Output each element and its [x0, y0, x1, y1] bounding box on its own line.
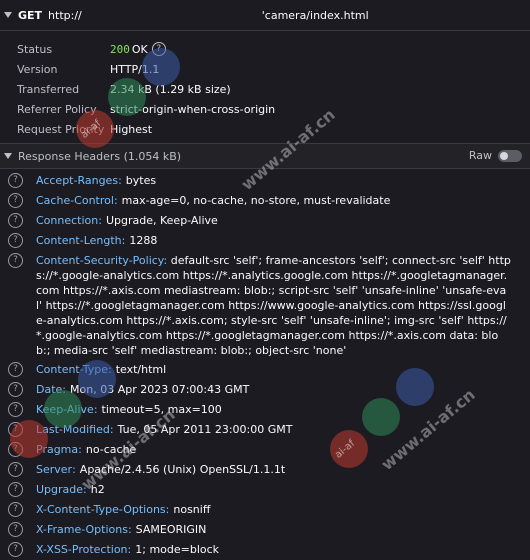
status-code: 200	[110, 42, 130, 56]
help-icon[interactable]: ?	[8, 213, 23, 228]
header-value: no-cache	[85, 443, 137, 456]
help-icon[interactable]: ?	[8, 402, 23, 417]
header-name: Date	[36, 383, 63, 396]
header-row: ? X-XSS-Protection: 1; mode=block	[0, 540, 530, 560]
header-value: bytes	[125, 174, 157, 187]
header-row: ? Content-Length: 1288	[0, 231, 530, 251]
header-row: ? Content-Type: text/html	[0, 360, 530, 380]
header-name: Connection	[36, 214, 99, 227]
header-value: timeout=5, max=100	[101, 403, 222, 416]
summary-panel: Status 200 OK ? Version HTTP/1.1 Transfe…	[0, 31, 530, 139]
header-row: ? Content-Security-Policy: default-src '…	[0, 251, 530, 360]
help-icon[interactable]: ?	[8, 422, 23, 437]
status-help-icon[interactable]: ?	[151, 42, 166, 56]
header-row: ? Upgrade: h2	[0, 480, 530, 500]
version-label: Version	[17, 62, 58, 76]
help-icon[interactable]: ?	[8, 233, 23, 248]
request-url-path: 'camera/index.html	[261, 8, 369, 22]
header-row: ? Connection: Upgrade, Keep-Alive	[0, 211, 530, 231]
referrer-value: strict-origin-when-cross-origin	[110, 102, 276, 116]
header-name: Keep-Alive	[36, 403, 94, 416]
header-name: Upgrade	[36, 483, 84, 496]
help-icon[interactable]: ?	[8, 253, 23, 268]
status-row: Status 200 OK ?	[0, 39, 530, 59]
header-row: ? X-Content-Type-Options: nosniff	[0, 500, 530, 520]
csp-value: default-src 'self'; frame-ancestors 'sel…	[36, 254, 511, 357]
header-row: ? X-Frame-Options: SAMEORIGIN	[0, 520, 530, 540]
header-value: Upgrade, Keep-Alive	[105, 214, 218, 227]
help-icon[interactable]: ?	[8, 442, 23, 457]
help-icon[interactable]: ?	[8, 482, 23, 497]
header-row: ? Cache-Control: max-age=0, no-cache, no…	[0, 191, 530, 211]
transferred-label: Transferred	[17, 82, 80, 96]
help-icon[interactable]: ?	[8, 462, 23, 477]
request-url-prefix: http://	[48, 8, 82, 22]
header-value-csp: Content-Security-Policy: default-src 'se…	[36, 254, 511, 357]
status-text: OK	[131, 42, 148, 56]
header-row: ? Pragma: no-cache	[0, 440, 530, 460]
header-value: 1; mode=block	[135, 543, 220, 556]
header-name: X-Content-Type-Options	[36, 503, 166, 516]
section-title: Response Headers (1.054 kB)	[18, 149, 182, 163]
help-icon[interactable]: ?	[8, 502, 23, 517]
header-row: ? Accept-Ranges: bytes	[0, 171, 530, 191]
help-icon[interactable]: ?	[8, 382, 23, 397]
header-value: 1288	[129, 234, 158, 247]
headers-list: ? Accept-Ranges: bytes ? Cache-Control: …	[0, 169, 530, 560]
header-value: Apache/2.4.56 (Unix) OpenSSL/1.1.1t	[79, 463, 286, 476]
header-name: Content-Security-Policy	[36, 254, 164, 267]
header-value: max-age=0, no-cache, no-store, must-reva…	[121, 194, 391, 207]
priority-label: Request Priority	[17, 122, 105, 136]
header-name: X-XSS-Protection	[36, 543, 128, 556]
header-value: Mon, 03 Apr 2023 07:00:43 GMT	[70, 383, 250, 396]
transferred-value: 2.34 kB (1.29 kB size)	[110, 82, 231, 96]
priority-row: Request Priority Highest	[0, 119, 530, 139]
header-row: ? Date: Mon, 03 Apr 2023 07:00:43 GMT	[0, 380, 530, 400]
priority-value: Highest	[110, 122, 153, 136]
referrer-row: Referrer Policy strict-origin-when-cross…	[0, 99, 530, 119]
help-icon[interactable]: ?	[8, 193, 23, 208]
header-name: Content-Type	[36, 363, 108, 376]
header-value: Tue, 05 Apr 2011 23:00:00 GMT	[117, 423, 293, 436]
header-row: ? Keep-Alive: timeout=5, max=100	[0, 400, 530, 420]
header-row: ? Server: Apache/2.4.56 (Unix) OpenSSL/1…	[0, 460, 530, 480]
raw-toggle[interactable]: Raw	[469, 149, 522, 162]
help-icon[interactable]: ?	[8, 522, 23, 537]
header-name: Last-Modified	[36, 423, 110, 436]
referrer-label: Referrer Policy	[17, 102, 97, 116]
version-value: HTTP/1.1	[110, 62, 160, 76]
collapse-triangle-icon[interactable]	[4, 153, 12, 159]
status-label: Status	[17, 42, 53, 56]
header-name: Accept-Ranges	[36, 174, 119, 187]
request-line[interactable]: GET http:// 'camera/index.html	[0, 0, 530, 31]
header-value: text/html	[115, 363, 167, 376]
header-name: X-Frame-Options	[36, 523, 128, 536]
transferred-row: Transferred 2.34 kB (1.29 kB size)	[0, 79, 530, 99]
raw-label: Raw	[468, 149, 492, 162]
header-value: h2	[90, 483, 105, 496]
header-row: ? Last-Modified: Tue, 05 Apr 2011 23:00:…	[0, 420, 530, 440]
header-name: Content-Length	[36, 234, 122, 247]
request-method: GET	[18, 8, 43, 22]
toggle-switch-icon[interactable]	[498, 149, 522, 162]
header-name: Server	[36, 463, 73, 476]
version-row: Version HTTP/1.1	[0, 59, 530, 79]
header-name: Cache-Control	[36, 194, 114, 207]
header-value: nosniff	[173, 503, 211, 516]
expand-triangle-icon[interactable]	[4, 12, 12, 18]
header-value: SAMEORIGIN	[135, 523, 207, 536]
help-icon[interactable]: ?	[8, 362, 23, 377]
help-icon[interactable]: ?	[8, 173, 23, 188]
header-name: Pragma	[36, 443, 79, 456]
help-icon[interactable]: ?	[8, 542, 23, 557]
response-headers-section[interactable]: Response Headers (1.054 kB) Raw	[0, 143, 530, 169]
